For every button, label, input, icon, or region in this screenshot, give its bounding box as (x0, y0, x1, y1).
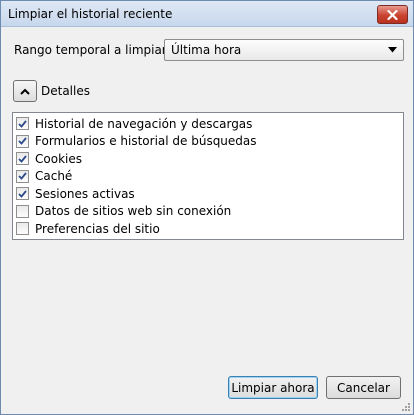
cancel-button[interactable]: Cancelar (326, 376, 401, 399)
list-item[interactable]: Historial de navegación y descargas (16, 115, 252, 132)
list-item-label: Preferencias del sitio (35, 221, 160, 236)
time-range-value: Última hora (171, 43, 242, 57)
list-item-label: Sesiones activas (35, 186, 135, 201)
resize-grip-icon[interactable] (400, 401, 410, 411)
checkmark-icon (18, 119, 27, 128)
title-bar: Limpiar el historial reciente (1, 1, 413, 27)
checkbox[interactable] (16, 169, 29, 183)
close-button[interactable] (377, 5, 408, 24)
list-item-label: Caché (35, 169, 73, 183)
checkbox[interactable] (16, 117, 29, 130)
clear-now-button[interactable]: Limpiar ahora (228, 376, 318, 399)
close-icon (387, 9, 398, 20)
list-item[interactable]: Datos de sitios web sin conexión (16, 203, 231, 220)
checkbox[interactable] (16, 187, 29, 200)
list-item-label: Formularios e historial de búsquedas (35, 134, 257, 148)
chevron-up-icon (20, 88, 30, 95)
list-item-label: Historial de navegación y descargas (35, 116, 253, 131)
time-range-row: Rango temporal a limpiar: Última hora (14, 39, 404, 61)
details-toggle-button[interactable] (13, 80, 37, 102)
checkmark-icon (18, 189, 27, 198)
time-range-label: Rango temporal a limpiar: (14, 43, 171, 57)
list-item[interactable]: Formularios e historial de búsquedas (16, 133, 257, 150)
time-range-select[interactable]: Última hora (164, 39, 404, 61)
checkmark-icon (18, 154, 27, 163)
details-label: Detalles (41, 84, 90, 98)
checkbox[interactable] (16, 152, 29, 165)
list-item-label: Datos de sitios web sin conexión (35, 204, 232, 218)
checkmark-icon (18, 137, 27, 145)
checkbox[interactable] (16, 222, 29, 235)
list-item[interactable]: Sesiones activas (16, 185, 135, 202)
list-item-label: Cookies (35, 151, 82, 166)
checkmark-icon (18, 172, 27, 180)
dialog-window: Limpiar el historial reciente Rango temp… (0, 0, 414, 415)
clear-items-list: Historial de navegación y descargas Formu… (12, 112, 404, 240)
list-item[interactable]: Caché (16, 168, 72, 185)
checkbox[interactable] (16, 134, 29, 148)
checkbox[interactable] (16, 204, 29, 218)
list-item[interactable]: Preferencias del sitio (16, 220, 160, 237)
chevron-down-icon (388, 47, 397, 53)
list-item[interactable]: Cookies (16, 150, 82, 167)
window-title: Limpiar el historial reciente (8, 7, 173, 21)
